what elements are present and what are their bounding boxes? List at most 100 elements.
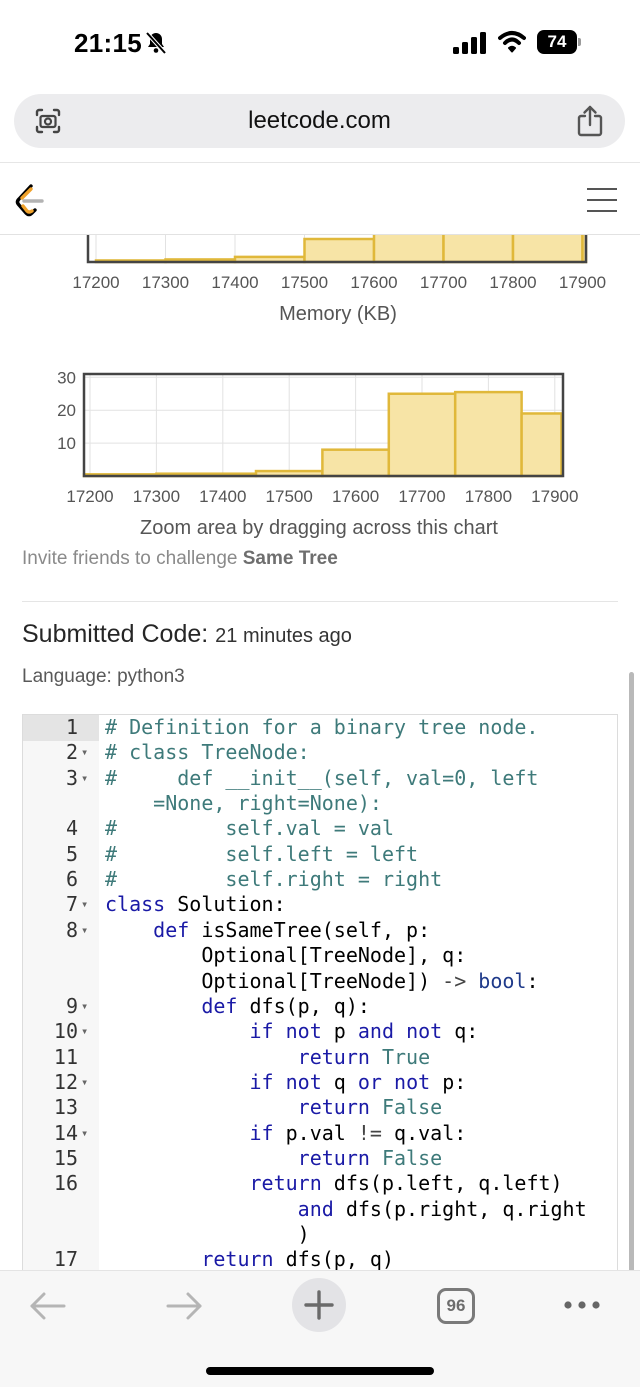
code-text: def dfs(p, q): — [201, 993, 370, 1018]
code-line[interactable]: 6 # self.right = right — [23, 867, 617, 892]
line-number: 5 — [65, 841, 78, 866]
code-text: return dfs(p.left, q.left) — [249, 1171, 563, 1196]
fold-toggle-icon[interactable]: ▾ — [81, 918, 88, 943]
x-tick-label: 17300 — [133, 487, 180, 506]
x-tick-label: 17500 — [266, 487, 313, 506]
url-text[interactable]: leetcode.com — [14, 107, 625, 135]
tabs-button[interactable]: 96 — [437, 1288, 475, 1324]
code-line[interactable]: Optional[TreeNode], q: — [23, 943, 617, 968]
more-icon[interactable] — [562, 1293, 602, 1317]
code-line[interactable]: Optional[TreeNode]) -> bool: — [23, 968, 617, 994]
battery-tip — [578, 38, 581, 46]
forward-arrow-icon[interactable] — [164, 1289, 204, 1323]
histogram-bar-3 — [321, 448, 391, 478]
code-text: Optional[TreeNode]) -> bool: — [105, 968, 539, 993]
x-tick-label: 17700 — [398, 487, 445, 506]
code-line[interactable]: 14 ▾ if p.val != q.val: — [23, 1120, 617, 1146]
signal-icon — [453, 32, 486, 54]
code-line[interactable]: 12 ▾ if not q or not p: — [23, 1069, 617, 1095]
code-text: # def __init__(self, val=0, left — [105, 765, 539, 790]
site-nav — [0, 163, 640, 235]
code-text: # class TreeNode: — [105, 740, 310, 765]
code-line[interactable]: 5 # self.left = left — [23, 841, 617, 867]
x-tick-label: 17400 — [211, 273, 258, 292]
fold-toggle-icon[interactable]: ▾ — [81, 1019, 88, 1044]
x-tick-label: 17600 — [332, 487, 379, 506]
new-tab-button[interactable] — [292, 1278, 346, 1332]
language-label: Language: python3 — [22, 666, 185, 687]
battery-icon: 74 — [537, 30, 581, 54]
code-line[interactable]: and dfs(p.right, q.right — [23, 1196, 617, 1222]
code-line[interactable]: 3 ▾ # def __init__(self, val=0, left — [23, 765, 617, 791]
code-line[interactable]: 4 # self.val = val — [23, 816, 617, 841]
submitted-label: Submitted Code: — [22, 620, 209, 648]
line-number: 9 — [65, 993, 78, 1018]
x-tick-label: 17200 — [66, 487, 113, 506]
fold-toggle-icon[interactable]: ▾ — [81, 892, 88, 917]
fold-toggle-icon[interactable]: ▾ — [81, 1121, 88, 1146]
x-tick-label: 17400 — [199, 487, 246, 506]
plot-area — [82, 372, 565, 478]
code-line[interactable]: =None, right=None): — [23, 791, 617, 816]
line-number: 6 — [65, 867, 78, 892]
hamburger-menu-icon[interactable] — [586, 185, 618, 215]
x-axis-title: Zoom area by dragging across this chart — [140, 517, 498, 539]
code-line[interactable]: ) — [23, 1222, 617, 1247]
line-number: 12 — [53, 1069, 78, 1094]
histogram-bar-4 — [387, 392, 457, 478]
fold-toggle-icon[interactable]: ▾ — [81, 740, 88, 765]
code-line[interactable]: 15 return False — [23, 1145, 617, 1171]
share-icon[interactable] — [576, 105, 604, 137]
invite-text: Invite friends to challenge Same Tree — [22, 548, 338, 570]
code-line[interactable]: 7 ▾ class Solution: — [23, 892, 617, 917]
code-line[interactable]: 17 return dfs(p, q) — [23, 1247, 617, 1272]
code-line[interactable]: 1 # Definition for a binary tree node. — [23, 715, 617, 740]
code-text: # Definition for a binary tree node. — [105, 715, 539, 739]
code-text: # self.right = right — [105, 867, 443, 892]
address-bar[interactable]: leetcode.com — [14, 94, 625, 148]
code-line[interactable]: 9 ▾ def dfs(p, q): — [23, 993, 617, 1019]
plus-icon — [304, 1290, 334, 1320]
x-tick-label: 17900 — [559, 273, 606, 292]
back-arrow-icon[interactable] — [28, 1289, 68, 1323]
x-axis-title: Memory (KB) — [279, 303, 397, 325]
code-text: if not q or not p: — [249, 1069, 467, 1094]
line-number: 3 — [65, 765, 78, 790]
code-text: def isSameTree(self, p: — [153, 917, 431, 942]
code-text: class Solution: — [105, 892, 286, 917]
code-text: and dfs(p.right, q.right — [297, 1196, 587, 1221]
line-number: 7 — [65, 892, 78, 917]
memory-chart-bottom[interactable]: 17200 17300 17400 17500 17600 17700 17800 17900… — [0, 362, 640, 542]
problem-name[interactable]: Same Tree — [243, 548, 338, 569]
page-scrollbar[interactable] — [629, 672, 634, 1272]
y-tick-label: 20 — [57, 401, 76, 420]
code-line[interactable]: 16 return dfs(p.left, q.left) — [23, 1171, 617, 1196]
code-editor[interactable]: 1 # Definition for a binary tree node. 2 ▾ #… — [22, 714, 618, 1274]
line-number: 15 — [53, 1145, 78, 1170]
invite-prefix: Invite friends to challenge — [22, 548, 243, 569]
line-number: 2 — [65, 740, 78, 765]
code-line[interactable]: 11 return True — [23, 1045, 617, 1070]
line-number: 10 — [53, 1019, 78, 1044]
wifi-icon — [498, 31, 526, 53]
x-tick-label: 17500 — [281, 273, 328, 292]
submitted-time: 21 minutes ago — [215, 625, 352, 647]
fold-toggle-icon[interactable]: ▾ — [81, 766, 88, 791]
code-line[interactable]: 2 ▾ # class TreeNode: — [23, 740, 617, 765]
x-tick-label: 17700 — [420, 273, 467, 292]
x-tick-label: 17900 — [531, 487, 578, 506]
code-line[interactable]: 13 return False — [23, 1095, 617, 1120]
fold-toggle-icon[interactable]: ▾ — [81, 1070, 88, 1095]
bell-slash-icon — [145, 31, 167, 55]
fold-toggle-icon[interactable]: ▾ — [81, 994, 88, 1019]
line-number: 4 — [65, 816, 78, 841]
y-tick-label: 30 — [57, 368, 76, 387]
leetcode-logo-icon[interactable] — [14, 183, 48, 219]
line-number: 14 — [53, 1120, 78, 1145]
section-divider — [22, 601, 618, 602]
code-line[interactable]: 10 ▾ if not p and not q: — [23, 1019, 617, 1044]
line-number: 17 — [53, 1247, 78, 1272]
code-text: return dfs(p, q) — [201, 1247, 394, 1272]
code-line[interactable]: 8 ▾ def isSameTree(self, p: — [23, 917, 617, 943]
line-number: 16 — [53, 1171, 78, 1196]
